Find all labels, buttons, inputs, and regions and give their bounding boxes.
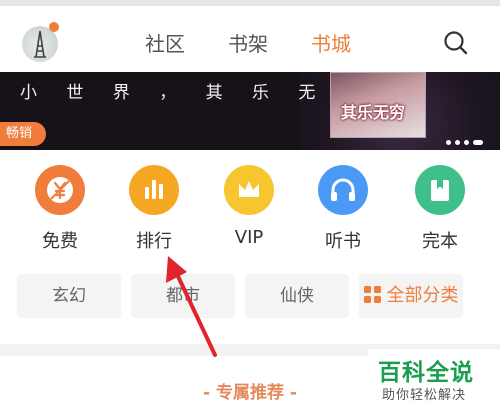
tab-community[interactable]: 社区: [145, 28, 185, 57]
banner-dot: [455, 140, 460, 145]
quick-link-label: VIP: [234, 227, 264, 248]
banner-dot: [446, 140, 451, 145]
grid-icon: [363, 285, 381, 303]
quick-link-ranking[interactable]: 排行: [119, 165, 189, 253]
watermark-subtitle: 助你轻松解决: [382, 388, 467, 403]
quick-link-completed[interactable]: 完本: [405, 165, 475, 253]
category-urban[interactable]: 都市: [131, 274, 235, 318]
tab-bookshelf[interactable]: 书架: [228, 28, 268, 57]
banner-book-cover[interactable]: 其乐无穷: [330, 72, 426, 138]
free-icon: [35, 165, 85, 215]
bestseller-badge: 畅销: [0, 122, 46, 146]
search-icon[interactable]: [443, 30, 469, 56]
banner-pagination: [446, 130, 487, 149]
bookmark-icon: [415, 165, 465, 215]
notification-dot: [49, 22, 59, 32]
crown-icon: [224, 165, 274, 215]
category-xuanhuan[interactable]: 玄幻: [17, 274, 121, 318]
category-all-button[interactable]: 全部分类: [359, 274, 463, 318]
watermark-title: 百科全说: [378, 360, 474, 386]
quick-link-vip[interactable]: VIP: [214, 165, 284, 248]
banner-dot: [464, 140, 469, 145]
banner-slogan: 小 世 界 ， 其 乐 无 穷: [20, 83, 374, 103]
banner-cover-title: 其乐无穷: [341, 103, 406, 122]
category-xianxia[interactable]: 仙侠: [245, 274, 349, 318]
quick-link-audiobook[interactable]: 听书: [308, 165, 378, 253]
quick-link-free[interactable]: 免费: [25, 165, 95, 253]
top-nav-bar: 社区 书架 书城: [0, 6, 500, 72]
quick-link-label: 完本: [422, 231, 458, 252]
tab-bookstore[interactable]: 书城: [311, 28, 351, 57]
watermark: 百科全说 助你轻松解决: [368, 349, 500, 413]
promo-banner[interactable]: 小 世 界 ， 其 乐 无 穷 其乐无穷: [0, 72, 500, 150]
quick-link-label: 听书: [325, 231, 361, 252]
quick-link-label: 排行: [136, 231, 172, 252]
ranking-icon: [129, 165, 179, 215]
headphones-icon: [318, 165, 368, 215]
quick-link-label: 免费: [42, 231, 78, 252]
category-all-label: 全部分类: [386, 285, 459, 306]
banner-dot-active: [473, 140, 483, 145]
